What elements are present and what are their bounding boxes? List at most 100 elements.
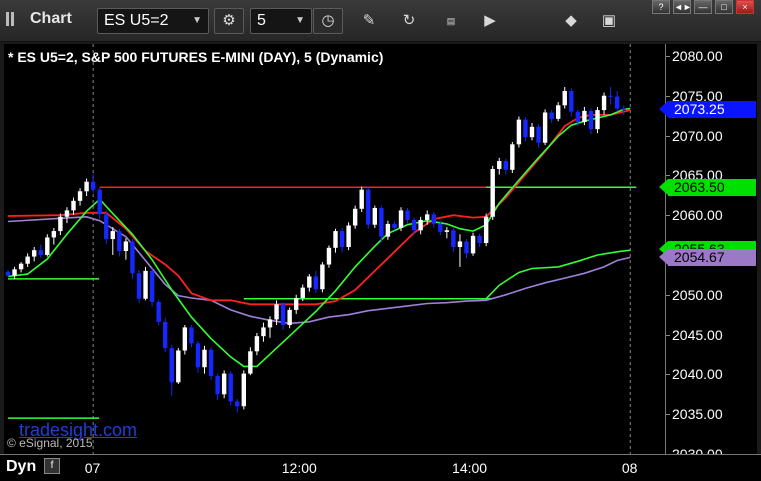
clock-icon: ◷: [321, 12, 335, 29]
link-button[interactable]: ◄►: [673, 0, 692, 14]
toolbar: Chart ES U5=2 ▼ ⚙ 5 ▼ ◷ ✎ ↻ ▤ ▶ ◆ ▣ ? ◄►…: [0, 0, 761, 42]
price-tick-label: 2060.00: [672, 207, 723, 224]
time-tick-label: 14:00: [452, 460, 488, 476]
price-axis[interactable]: 2080.002075.002070.002065.002060.002055.…: [659, 44, 757, 462]
candle-body: [595, 110, 600, 130]
copyright-text: © eSignal, 2015: [7, 436, 93, 450]
candle-body: [25, 256, 30, 264]
close-button[interactable]: ×: [736, 0, 754, 14]
price-tick-label: 2045.00: [672, 326, 723, 343]
lock-icon[interactable]: f: [44, 458, 60, 474]
candle-body: [248, 351, 253, 374]
time-tick-label: 07: [84, 460, 101, 476]
candle-body: [352, 208, 358, 226]
candle-body: [274, 304, 279, 320]
quote-icon[interactable]: ▤: [440, 10, 462, 32]
candle-body: [503, 161, 508, 170]
app-title: Chart: [6, 10, 72, 28]
candle-body: [438, 223, 443, 232]
minimize-button[interactable]: —: [694, 0, 712, 14]
symbol-input[interactable]: ES U5=2 ▼: [97, 8, 209, 34]
price-tick-mark: [666, 55, 670, 57]
price-chart-svg: [5, 44, 637, 454]
candle-body: [195, 343, 201, 368]
candle-body: [169, 348, 174, 383]
chart-title: * ES U5=2, S&P 500 FUTURES E-MINI (DAY),…: [8, 49, 384, 65]
candle-body: [307, 276, 312, 288]
chevron-down-icon[interactable]: ▼: [192, 9, 202, 33]
eraser-icon[interactable]: ◆: [560, 10, 582, 32]
candle-body: [346, 225, 351, 248]
chart-plot-area[interactable]: * ES U5=2, S&P 500 FUTURES E-MINI (DAY),…: [4, 44, 665, 454]
candle-body: [287, 309, 292, 326]
candle-body: [405, 210, 410, 220]
candle-body: [300, 287, 305, 298]
chart-bars-icon: [6, 12, 24, 26]
time-axis[interactable]: Dyn f 07 12:00 14:00 08: [0, 454, 761, 481]
moving-average-fast-line: [7, 107, 631, 368]
candle-body: [621, 108, 626, 110]
candle-body: [221, 373, 227, 395]
candle-body: [215, 375, 220, 395]
candle-body: [149, 270, 155, 302]
price-tag: 2054.67: [659, 249, 756, 267]
candle-body: [575, 111, 581, 123]
candle-body: [536, 126, 541, 143]
candle-body: [84, 181, 89, 192]
price-tick-label: 2040.00: [672, 366, 723, 383]
candle-body: [51, 231, 57, 238]
candle-body: [477, 235, 482, 244]
candle-body: [176, 350, 181, 383]
candle-body: [431, 214, 436, 224]
play-icon[interactable]: ▶: [479, 10, 501, 32]
pencil-icon[interactable]: ✎: [358, 10, 380, 32]
candle-body: [254, 336, 260, 352]
candle-body: [5, 271, 11, 276]
price-tag-label: 2073.25: [674, 101, 725, 118]
chevron-down-icon[interactable]: ▼: [295, 9, 305, 33]
snapshot-icon[interactable]: ▣: [598, 10, 620, 32]
settings-icon: ⚙: [222, 12, 236, 29]
candle-body: [523, 119, 528, 138]
interval-input[interactable]: 5 ▼: [250, 8, 312, 34]
candle-body: [392, 223, 397, 228]
candle-body: [556, 105, 561, 119]
settings-button[interactable]: ⚙: [214, 8, 244, 34]
price-tag-label: 2063.50: [674, 178, 725, 195]
candle-body: [123, 241, 129, 251]
dynamic-mode-label[interactable]: Dyn: [6, 458, 36, 476]
candle-body: [418, 219, 423, 231]
candle-body: [228, 373, 233, 402]
candle-body: [516, 119, 522, 145]
candle-body: [156, 301, 161, 322]
candle-body: [18, 263, 24, 270]
price-tick-label: 2070.00: [672, 127, 723, 144]
candle-body: [241, 373, 246, 407]
candle-body: [588, 110, 594, 130]
candle-body: [333, 231, 338, 248]
candle-body: [379, 208, 384, 237]
help-button[interactable]: ?: [652, 0, 670, 14]
price-tick-mark: [666, 135, 670, 137]
price-tick-label: 2050.00: [672, 286, 723, 303]
candle-body: [549, 112, 554, 119]
candle-body: [542, 112, 548, 143]
refresh-icon[interactable]: ↻: [398, 10, 420, 32]
candle-body: [614, 96, 620, 109]
candle-body: [608, 95, 613, 97]
time-tick-label: 12:00: [281, 460, 317, 476]
price-tick-mark: [666, 215, 670, 217]
candle-body: [45, 237, 50, 255]
candle-body: [464, 241, 469, 254]
candle-body: [261, 327, 266, 337]
candle-body: [208, 349, 214, 376]
price-tick-mark: [666, 294, 670, 296]
price-tick-mark: [666, 175, 670, 177]
candle-body: [32, 250, 37, 257]
candle-body: [182, 327, 188, 351]
price-tick-label: 2035.00: [672, 406, 723, 423]
clock-button[interactable]: ◷: [313, 8, 343, 34]
candle-body: [601, 95, 607, 111]
maximize-button[interactable]: □: [715, 0, 733, 14]
candle-body: [366, 189, 371, 225]
